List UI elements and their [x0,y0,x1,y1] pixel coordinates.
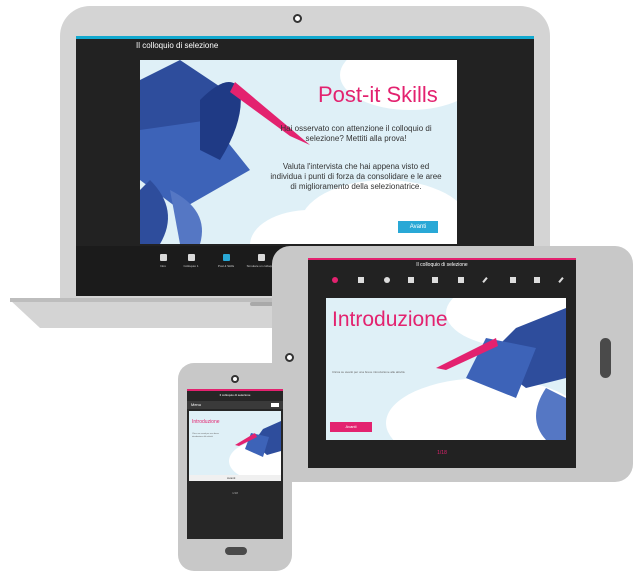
layers-icon [222,254,230,261]
phone-slide: Introduzione Clicca su avanti per una br… [189,411,281,475]
tablet-screen: Il colloquio di selezione Introduzione C… [308,258,576,468]
laptop-camera [293,14,302,23]
laptop-slide: Post-it Skills Hai osservato con attenzi… [140,60,457,244]
toolbar-item-intro[interactable]: Intro [148,254,178,268]
avanti-button[interactable]: Avanti [330,422,372,432]
phone-home-button[interactable] [225,547,247,555]
slide-paragraph-intro: Hai osservato con attenzione il colloqui… [280,124,432,143]
pencil-icon[interactable] [482,277,488,283]
page-counter: 1/18 [232,491,238,495]
toolbar-label: Post-it Skills [217,264,235,268]
slide-title: Introduzione [192,419,220,425]
slide-paragraph-instructions: Valuta l'intervista che hai appena visto… [270,162,442,191]
video-icon[interactable] [458,277,464,283]
phone-navbar: Menu [187,401,283,409]
video-icon[interactable] [432,277,438,283]
phone-app-title: Il colloquio di selezione [219,393,251,397]
document-icon[interactable] [534,277,540,283]
avanti-button[interactable]: Avanti [227,475,235,481]
video-icon[interactable] [408,277,414,283]
tablet-camera [285,353,294,362]
map-pin-icon [159,254,167,261]
circle-icon[interactable] [384,277,390,283]
toolbar-item-post-it-skills[interactable]: Post-it Skills [211,254,241,268]
avanti-button[interactable]: Avanti [398,221,438,233]
hummingbird-illustration [235,421,281,457]
tablet-home-button[interactable] [600,338,611,378]
tablet-accent-bar [308,258,576,260]
slide-hint: Clicca su avanti per una breve introduzi… [192,433,219,438]
tablet-slide: Introduzione Clicca su avanti per una br… [326,298,566,440]
phone-button-row: Avanti [189,475,281,481]
laptop-accent-bar [76,36,534,39]
pin-icon[interactable] [510,277,516,283]
video-icon [187,254,195,261]
menu-button[interactable]: Menu [191,402,201,407]
phone-screen: Il colloquio di selezione Menu Introduzi… [187,389,283,539]
hamburger-icon[interactable] [271,403,279,407]
slide-title: Post-it Skills [318,82,438,107]
toolbar-label: Intro [159,264,166,268]
laptop-app-title: Il colloquio di selezione [136,41,219,50]
tablet-app-title: Il colloquio di selezione [416,262,468,268]
slide-hint: Clicca su avanti per una breve introduzi… [332,370,405,374]
pencil-icon[interactable] [558,277,564,283]
page-counter: 1/18 [437,450,447,456]
phone-camera [231,375,239,383]
screen-icon [257,254,265,261]
toolbar-label: Colloquio 1 [183,264,199,268]
tablet-nav-toolbar [308,271,576,291]
phone-accent-bar [187,389,283,391]
document-icon[interactable] [358,277,364,283]
map-pin-icon[interactable] [332,277,338,283]
toolbar-item-colloquio[interactable]: Colloquio 1 [176,254,206,268]
slide-title: Introduzione [332,308,448,331]
hummingbird-illustration [140,60,310,244]
